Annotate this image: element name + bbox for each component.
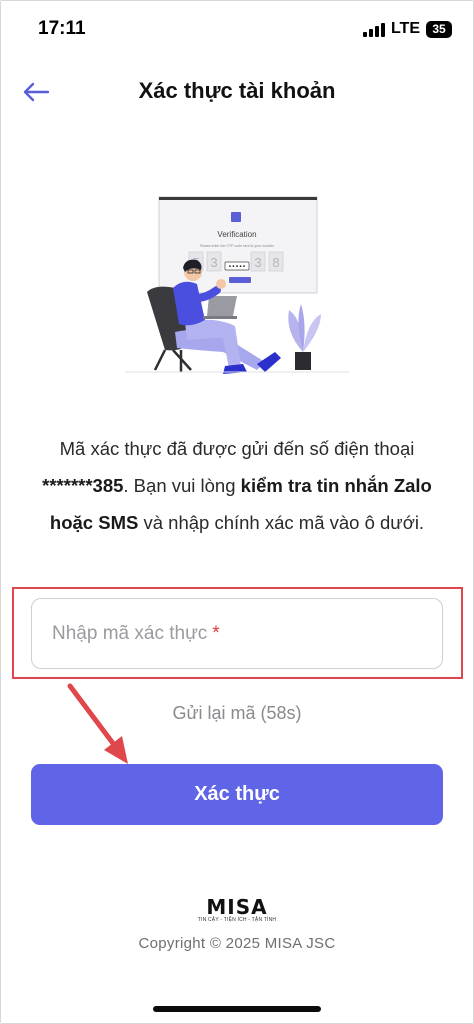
otp-description: Mã xác thực đã được gửi đến số điện thoạ… [40, 430, 434, 541]
status-indicators: LTE 35 [362, 20, 452, 38]
illustration-title: Verification [217, 230, 256, 239]
header: Xác thực tài khoản [0, 62, 474, 122]
illustration-digit-3: 3 [254, 255, 261, 270]
network-type: LTE [390, 20, 420, 37]
battery-icon: 35 [426, 20, 452, 38]
otp-input[interactable]: Nhập mã xác thực * [31, 598, 443, 669]
resend-code-link[interactable]: Gửi lại mã (58s) [0, 703, 474, 724]
illustration-digit-2: 3 [210, 255, 217, 270]
home-indicator[interactable] [153, 1006, 321, 1012]
page-title: Xác thực tài khoản [138, 78, 336, 103]
status-time: 17:11 [38, 18, 86, 39]
required-mark: * [212, 622, 220, 644]
illustration-digit-4: 8 [272, 255, 279, 270]
masked-phone: *******385 [42, 475, 124, 496]
logo-wordmark: MISA [206, 895, 268, 919]
signal-icon [362, 22, 385, 37]
verify-button[interactable]: Xác thực [31, 764, 443, 825]
desc-part-2: . Bạn vui lòng [123, 475, 241, 496]
logo-slogan: TIN CẬY - TIỆN ÍCH - TẬN TÌNH [197, 917, 277, 923]
otp-placeholder: Nhập mã xác thực [52, 622, 208, 644]
desc-part-1: Mã xác thực đã được gửi đến số điện thoạ… [59, 438, 415, 459]
illustration-masked: ••••• [228, 264, 246, 271]
misa-logo: MISA TIN CẬY - TIỆN ÍCH - TẬN TÌNH [197, 895, 277, 927]
copyright-text: Copyright © 2025 MISA JSC [138, 935, 336, 952]
status-bar: 17:11 LTE 35 [0, 0, 474, 58]
annotation-arrow-icon [67, 683, 128, 764]
desc-part-3: và nhập chính xác mã vào ô dưới. [138, 512, 425, 533]
verification-illustration: Verification Please enter the OTP code s… [125, 192, 349, 384]
illustration-subtitle: Please enter the OTP code sent to your n… [200, 244, 275, 248]
